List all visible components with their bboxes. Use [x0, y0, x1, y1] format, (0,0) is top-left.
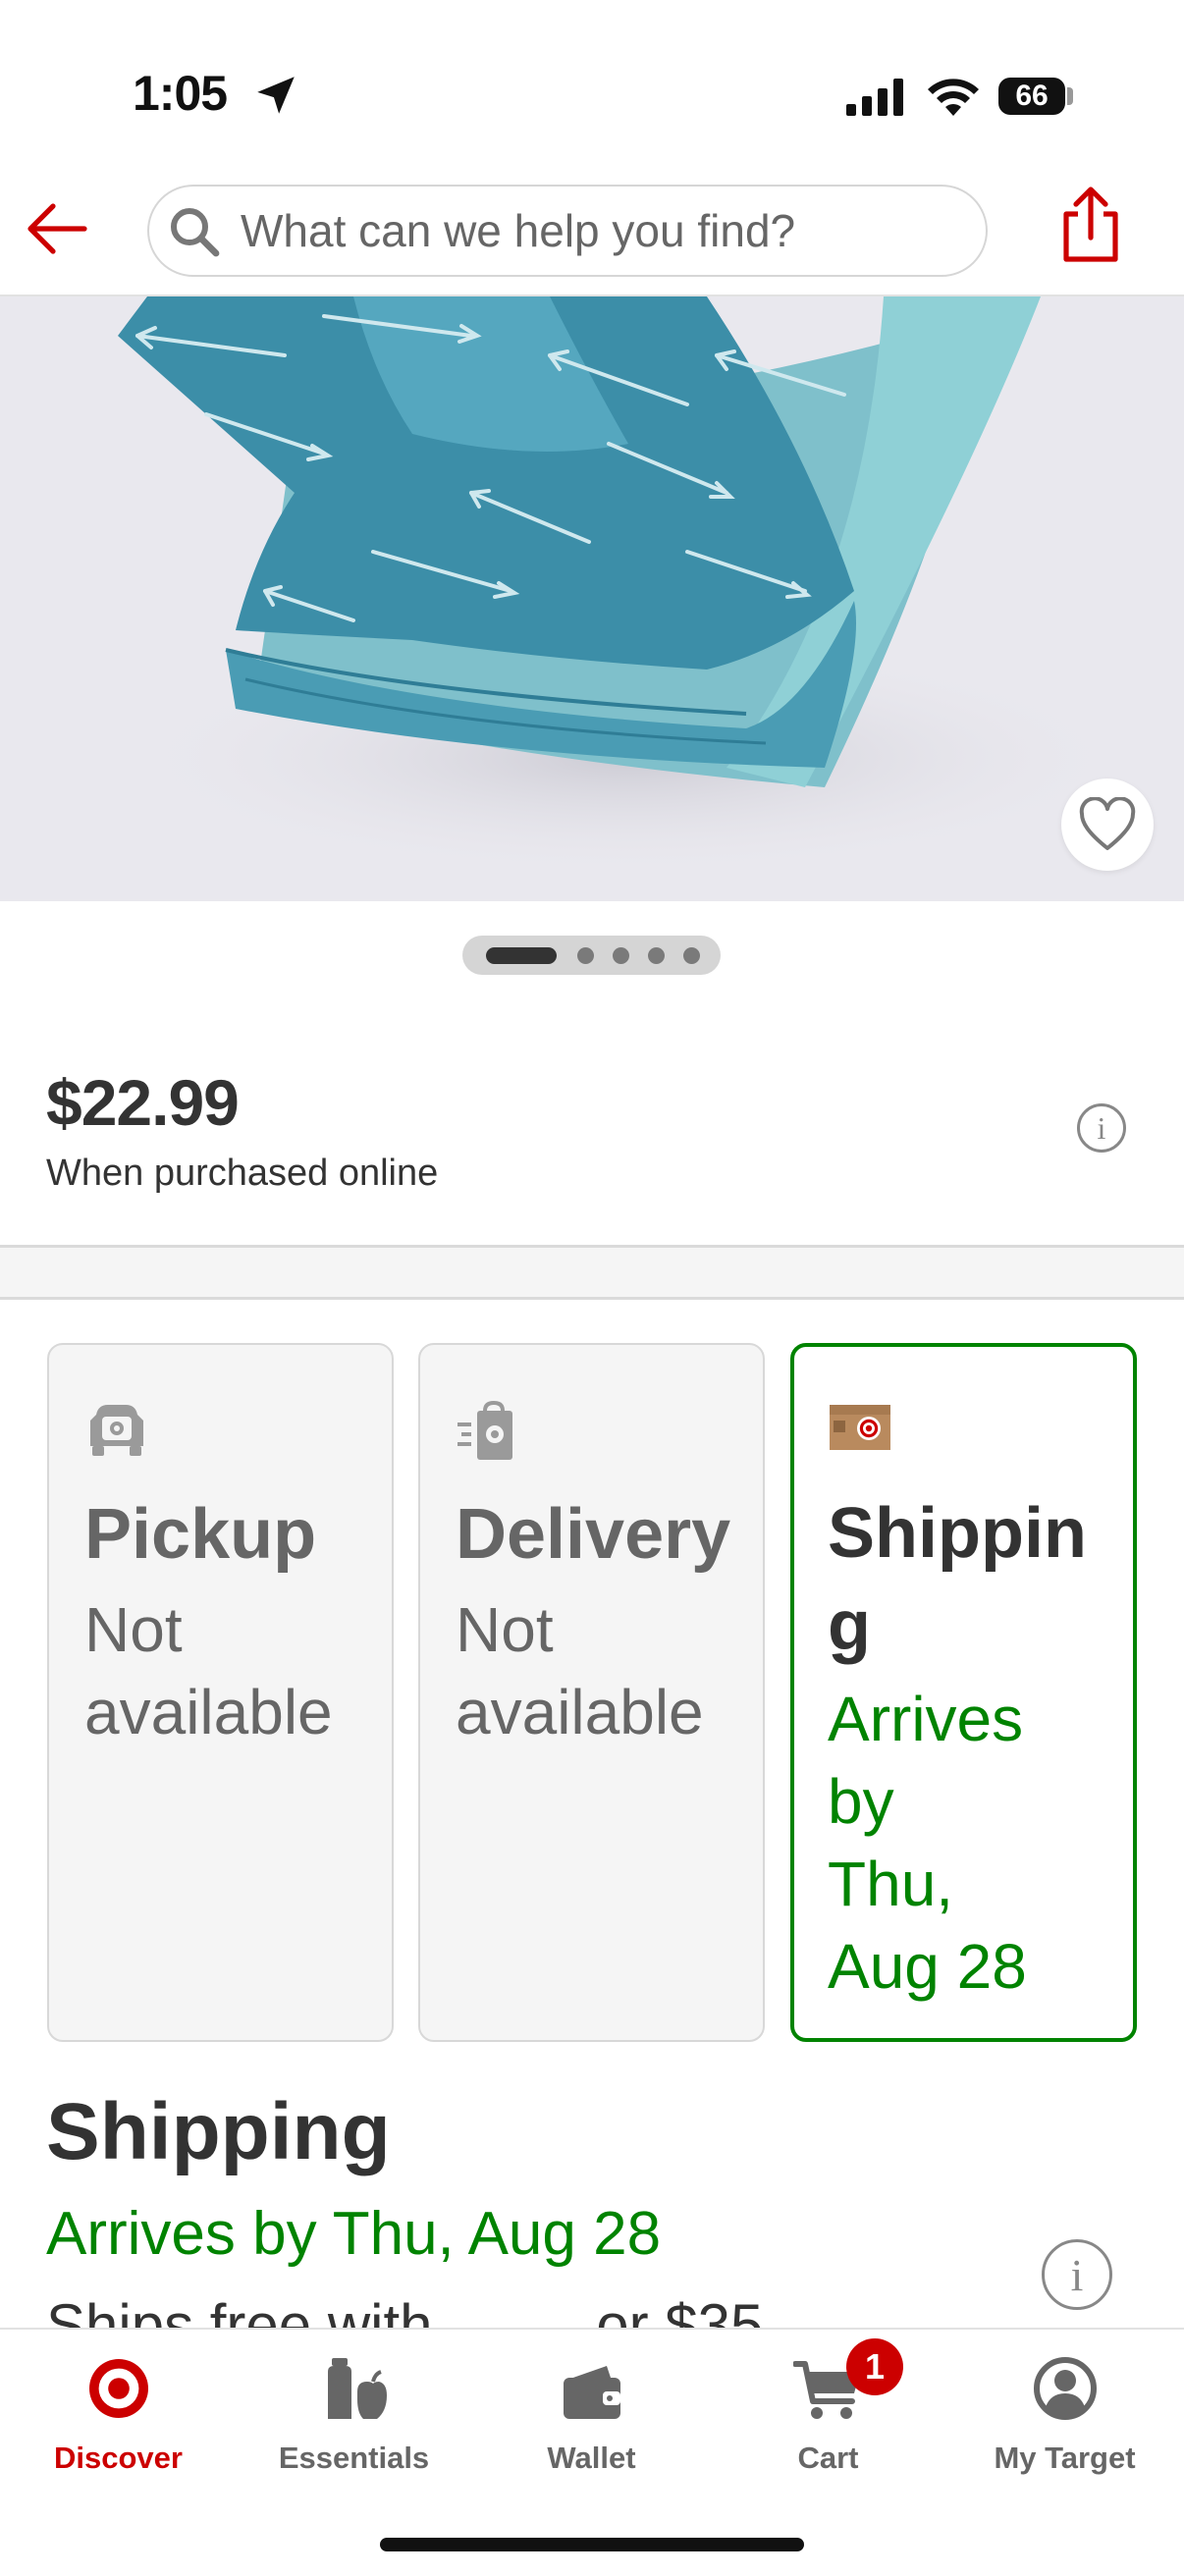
tab-wallet[interactable]: Wallet [473, 2346, 710, 2484]
fulfillment-card-delivery[interactable]: Delivery Not available [418, 1343, 765, 2042]
shipping-title-line: g [828, 1586, 871, 1665]
tab-label: Cart [797, 2441, 859, 2475]
delivery-bag-icon [457, 1400, 512, 1460]
share-icon[interactable] [1060, 187, 1121, 263]
carousel-dot [613, 947, 629, 964]
shipping-status-line: Aug 28 [828, 1931, 1027, 2002]
product-image[interactable] [0, 296, 1184, 901]
signal-icon [846, 79, 903, 116]
tab-my-target[interactable]: My Target [946, 2346, 1183, 2484]
pickup-title: Pickup [84, 1495, 317, 1574]
delivery-status-line: available [456, 1677, 704, 1747]
product-blanket-illustration [118, 296, 1139, 876]
image-carousel-indicator[interactable] [462, 936, 721, 975]
shipping-title-line: Shippin [828, 1494, 1087, 1573]
essentials-icon [327, 2358, 387, 2419]
carousel-dot [648, 947, 665, 964]
shipping-info-icon[interactable]: i [1042, 2239, 1112, 2310]
shipping-box-icon [830, 1405, 890, 1450]
delivery-status-line: Not [456, 1594, 554, 1665]
account-icon [1033, 2357, 1097, 2420]
status-time: 1:05 [133, 66, 228, 121]
location-arrow-icon [257, 77, 295, 114]
pickup-car-icon [90, 1405, 143, 1456]
tab-cart[interactable]: Cart [710, 2346, 946, 2484]
price-info-icon[interactable]: i [1077, 1103, 1126, 1153]
tab-label: My Target [994, 2441, 1136, 2475]
carousel-dot [577, 947, 594, 964]
favorite-button[interactable] [1061, 778, 1154, 871]
fulfillment-card-pickup[interactable]: Pickup Not available [47, 1343, 394, 2042]
home-indicator [380, 2538, 804, 2551]
price-note: When purchased online [46, 1153, 439, 1194]
battery-tip [1067, 87, 1073, 105]
carousel-dot-active [486, 947, 557, 964]
delivery-title: Delivery [456, 1495, 731, 1574]
heart-icon [1079, 797, 1136, 850]
fulfillment-card-shipping[interactable]: Shippin g Arrives by Thu, Aug 28 [790, 1343, 1137, 2042]
pickup-status-line: available [84, 1677, 333, 1747]
shipping-arrival-text: Arrives by Thu, Aug 28 [46, 2200, 662, 2268]
wifi-icon [928, 79, 979, 116]
tab-discover[interactable]: Discover [0, 2346, 237, 2484]
shipping-section-title: Shipping [46, 2087, 391, 2176]
shipping-status-line: Arrives [828, 1684, 1024, 1754]
search-icon [171, 208, 220, 257]
tab-label: Essentials [278, 2441, 430, 2475]
pickup-status-line: Not [84, 1594, 183, 1665]
target-logo-icon [88, 2359, 148, 2418]
back-arrow-icon[interactable] [26, 200, 88, 257]
section-spacer [0, 1248, 1184, 1297]
carousel-dot [683, 947, 700, 964]
wallet-icon [563, 2366, 620, 2419]
tab-label: Discover [54, 2441, 183, 2475]
shipping-status-line: Thu, [828, 1849, 954, 1919]
shipping-status-line: by [828, 1766, 894, 1837]
search-placeholder: What can we help you find? [241, 205, 796, 256]
tab-essentials[interactable]: Essentials [236, 2346, 472, 2484]
battery-indicator: 66 [998, 78, 1065, 115]
product-price: $22.99 [46, 1066, 240, 1139]
section-divider [0, 1297, 1184, 1300]
tab-label: Wallet [547, 2441, 636, 2475]
cart-count-badge: 1 [846, 2338, 903, 2395]
